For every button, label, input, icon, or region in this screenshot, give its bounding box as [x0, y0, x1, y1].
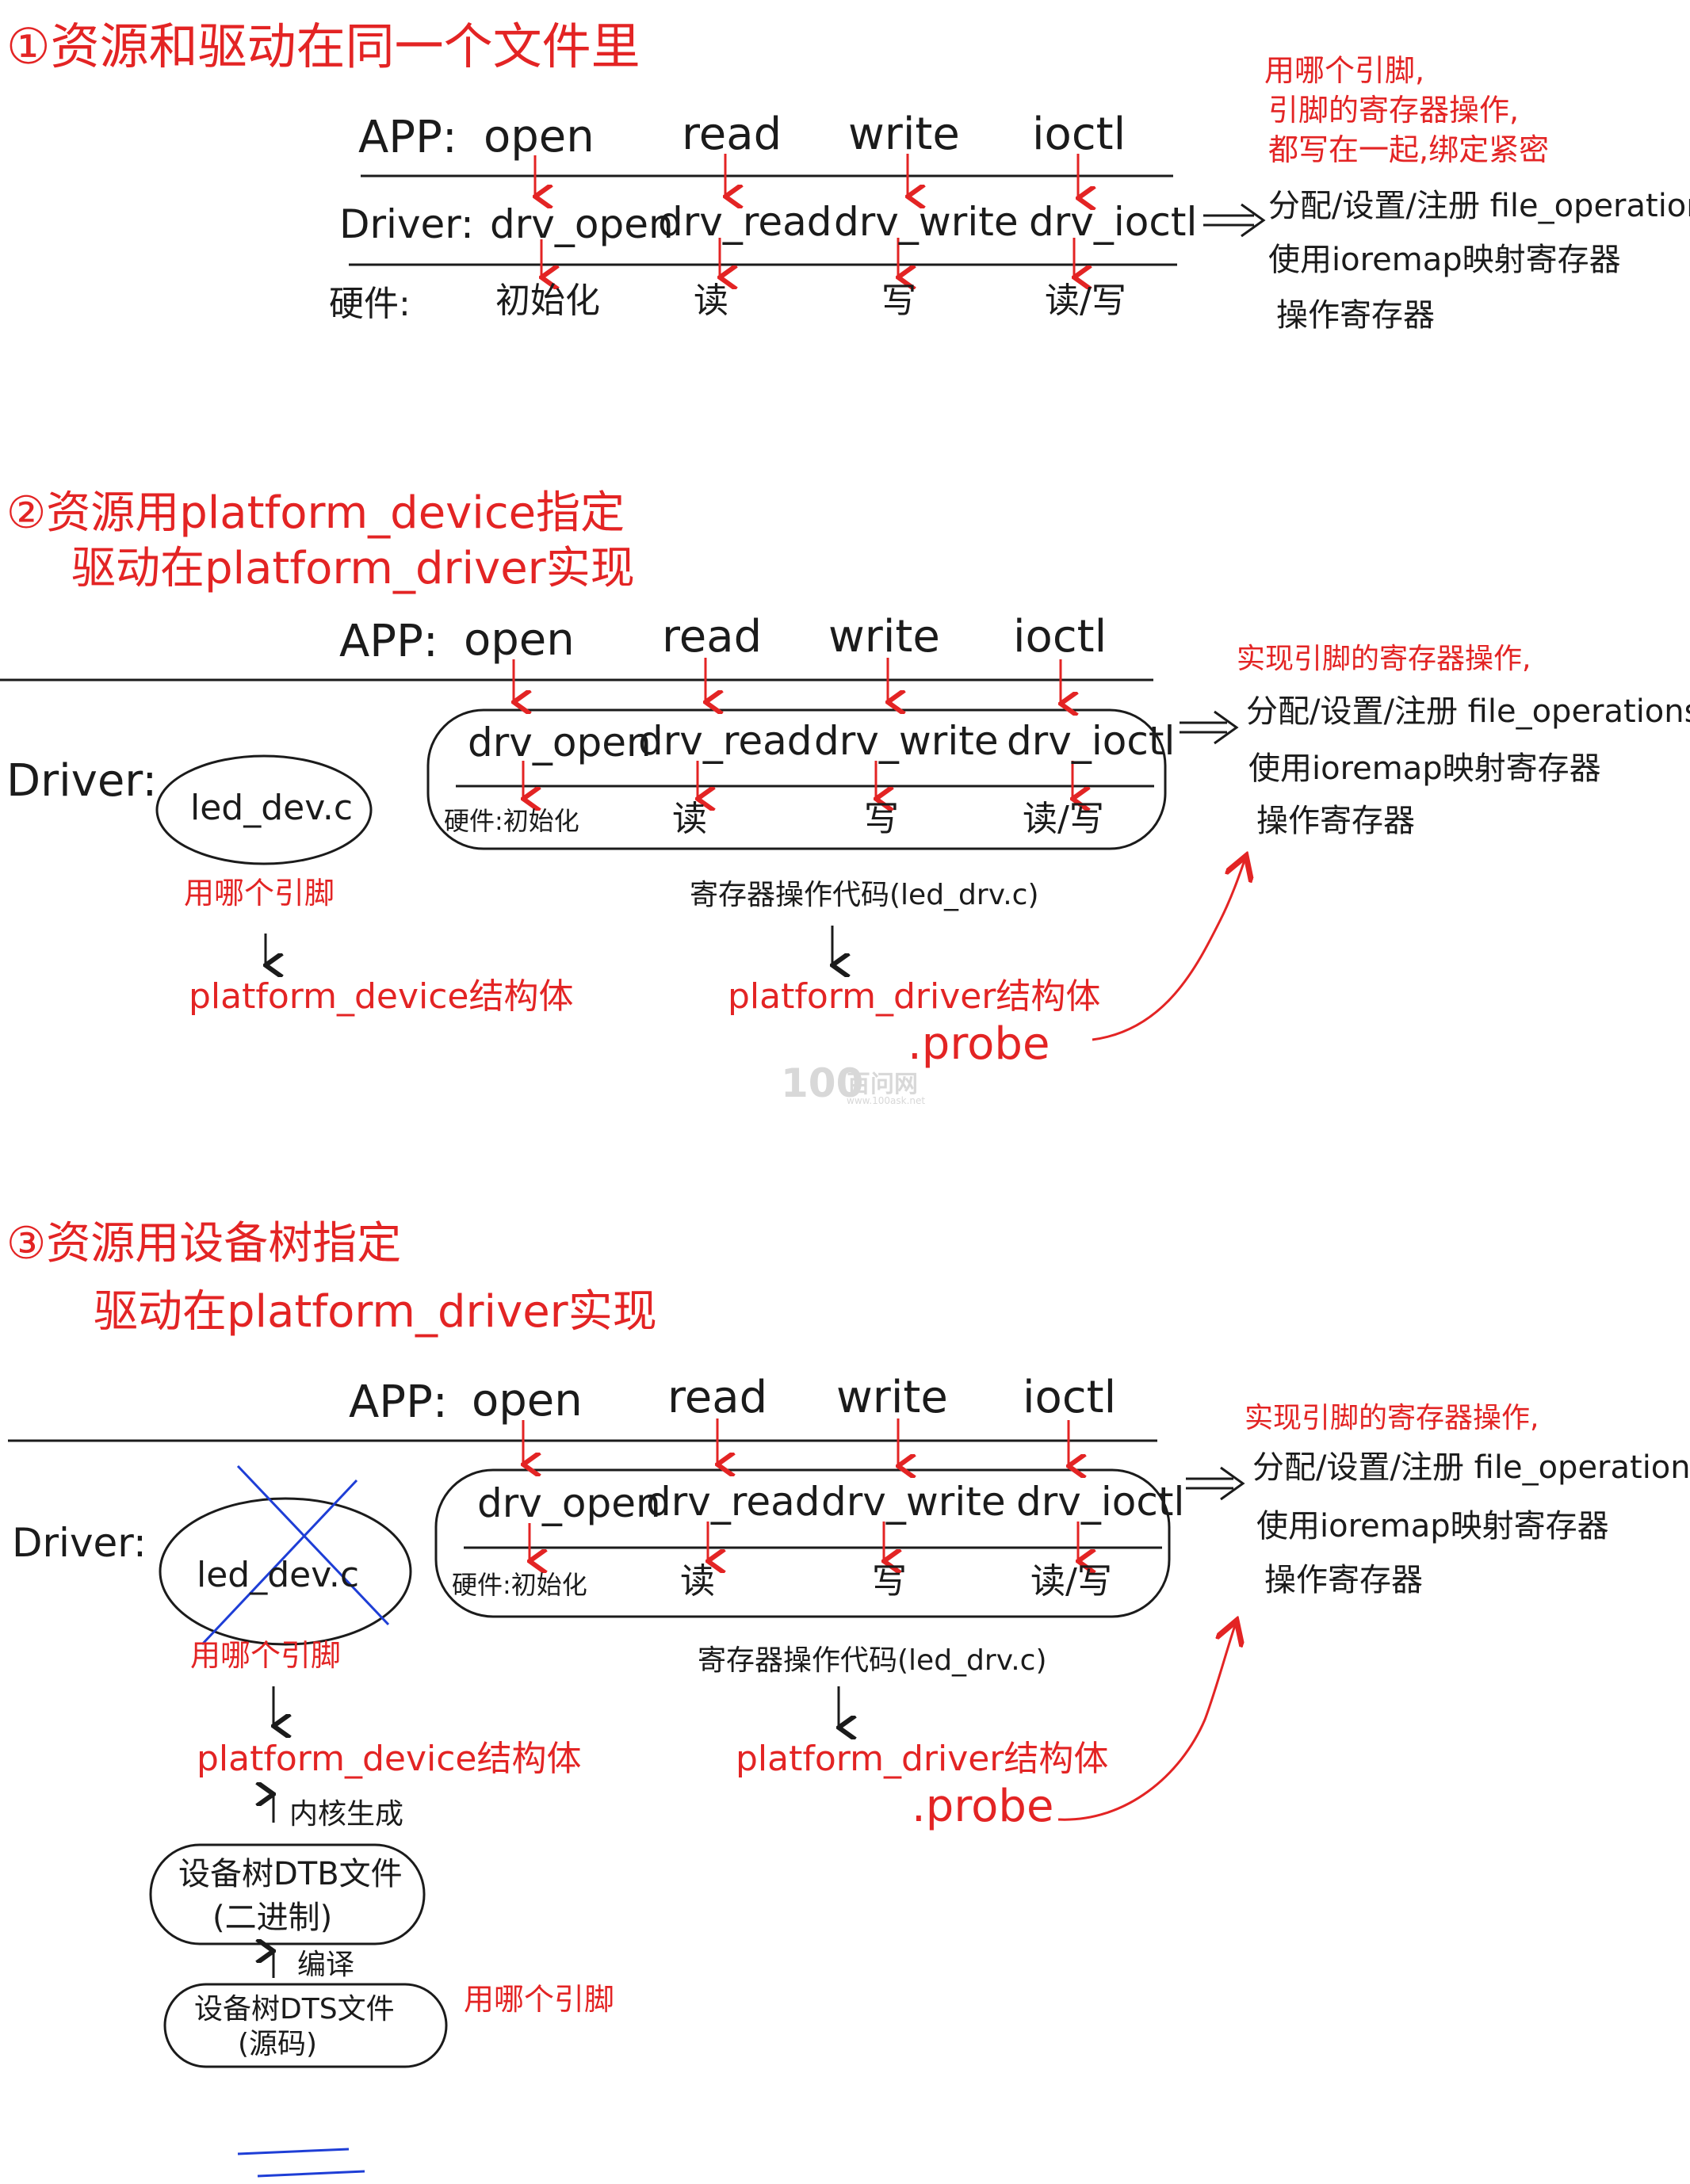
s2-hw-write: 写	[864, 799, 899, 839]
s3-title-line-1: ③资源用设备树指定	[6, 1218, 402, 1270]
s3-call-read: read	[667, 1372, 768, 1423]
s1-ops-line-3: 操作寄存器	[1276, 297, 1435, 334]
s1-note-line-3: 都写在一起,绑定紧密	[1268, 132, 1550, 167]
s2-driver-label: Driver:	[6, 755, 158, 807]
s3-drv-ioctl: drv_ioctl	[1016, 1479, 1185, 1525]
s3-driver-struct: platform_driver结构体	[736, 1739, 1109, 1779]
s1-note-line-1: 用哪个引脚,	[1264, 53, 1425, 88]
s2-ops-line-3: 操作寄存器	[1256, 803, 1415, 839]
s3-pin-note: 用哪个引脚	[190, 1638, 342, 1673]
s3-dts-pin-note: 用哪个引脚	[464, 1982, 615, 2017]
s2-device-struct: platform_device结构体	[189, 976, 574, 1017]
s3-hw-read: 读	[680, 1561, 715, 1602]
s1-hw-init: 初始化	[495, 281, 600, 321]
s1-call-write: write	[848, 109, 960, 160]
s2-drv-ioctl: drv_ioctl	[1007, 718, 1176, 764]
s3-dts-source: (源码)	[238, 2028, 318, 2060]
s1-hw-label: 硬件:	[329, 284, 411, 324]
s3-compile: 编译	[297, 1949, 355, 1981]
watermark-url: www.100ask.net	[847, 1095, 926, 1106]
s3-led-dev-file: led_dev.c	[197, 1555, 360, 1595]
s1-drv-open: drv_open	[490, 201, 674, 247]
s1-title: ①资源和驱动在同一个文件里	[6, 17, 640, 75]
s1-double-arrow	[1203, 203, 1266, 238]
s3-register-code: 寄存器操作代码(led_drv.c)	[698, 1644, 1047, 1677]
s3-probe: .probe	[912, 1781, 1054, 1832]
bottom-blue-marks	[237, 2148, 365, 2178]
s3-ops-line-3: 操作寄存器	[1264, 1562, 1423, 1598]
s3-dts-file: 设备树DTS文件	[194, 1993, 395, 2026]
s3-hw-init: 硬件:初始化	[452, 1570, 587, 1600]
s1-hw-readwrite: 读/写	[1045, 281, 1126, 321]
s2-ops-line-2: 使用ioremap映射寄存器	[1248, 750, 1601, 787]
s2-led-dev-file: led_dev.c	[190, 788, 354, 828]
s1-driver-label: Driver:	[339, 201, 474, 247]
s2-call-write: write	[828, 611, 940, 662]
s2-hw-read: 读	[672, 799, 707, 839]
s2-driver-struct: platform_driver结构体	[728, 976, 1101, 1017]
watermark-site: 百问网	[847, 1071, 918, 1098]
s1-ops-line-1: 分配/设置/注册 file_operations	[1268, 188, 1690, 224]
s3-hw-readwrite: 读/写	[1030, 1561, 1112, 1602]
s1-ops-line-2: 使用ioremap映射寄存器	[1268, 242, 1621, 278]
s3-dtb-binary: (二进制)	[212, 1900, 333, 1936]
s2-hw-init: 硬件:初始化	[444, 806, 579, 836]
s3-title-line-2: 驱动在platform_driver实现	[94, 1286, 657, 1338]
s1-hw-write: 写	[881, 281, 916, 321]
s3-ops-line-2: 使用ioremap映射寄存器	[1256, 1508, 1609, 1544]
s3-app-label: APP:	[349, 1376, 448, 1428]
s3-call-open: open	[472, 1375, 583, 1426]
s3-hw-write: 写	[872, 1561, 907, 1602]
s1-call-read: read	[682, 109, 782, 160]
s1-drv-read: drv_read	[658, 199, 832, 245]
s2-probe-curve	[1092, 856, 1246, 1041]
s3-call-ioctl: ioctl	[1023, 1372, 1117, 1423]
s3-dtb-file: 设备树DTB文件	[178, 1856, 403, 1892]
s1-drv-write: drv_write	[834, 199, 1019, 245]
s2-double-arrow	[1180, 710, 1239, 745]
s1-note-line-2: 引脚的寄存器操作,	[1268, 93, 1520, 128]
s3-kernel-generated: 内核生成	[289, 1798, 404, 1831]
s2-hw-readwrite: 读/写	[1023, 799, 1104, 839]
diagram-canvas: ①资源和驱动在同一个文件里 APP: open read write ioctl…	[0, 0, 1690, 2184]
s2-drv-read: drv_read	[638, 718, 812, 764]
s3-impl-note: 实现引脚的寄存器操作,	[1245, 1402, 1539, 1434]
s3-drv-read: drv_read	[646, 1479, 820, 1525]
s1-hw-read: 读	[694, 281, 728, 321]
s2-title-line-1: ②资源用platform_device指定	[6, 487, 625, 539]
s2-pin-note: 用哪个引脚	[184, 876, 335, 911]
s3-probe-curve	[1057, 1621, 1237, 1821]
s2-drv-write: drv_write	[814, 718, 999, 764]
s2-app-label: APP:	[339, 616, 438, 667]
s2-call-read: read	[662, 611, 763, 662]
s3-ops-line-1: 分配/设置/注册 file_operations	[1252, 1449, 1690, 1486]
s2-probe: .probe	[908, 1018, 1050, 1070]
s2-impl-note: 实现引脚的寄存器操作,	[1237, 643, 1531, 675]
s2-ops-line-1: 分配/设置/注册 file_operations	[1246, 693, 1690, 730]
s3-device-struct: platform_device结构体	[197, 1739, 582, 1779]
s2-register-code: 寄存器操作代码(led_drv.c)	[690, 879, 1039, 911]
s2-drv-open: drv_open	[468, 720, 652, 766]
s1-drv-ioctl: drv_ioctl	[1029, 199, 1198, 245]
s1-app-label: APP:	[358, 112, 457, 163]
s3-drv-write: drv_write	[821, 1479, 1006, 1525]
s2-call-open: open	[464, 614, 575, 666]
s3-driver-label: Driver:	[12, 1520, 147, 1566]
s1-call-ioctl: ioctl	[1032, 109, 1126, 160]
s1-call-open: open	[484, 111, 595, 162]
s3-drv-open: drv_open	[477, 1480, 661, 1526]
s2-title-line-2: 驱动在platform_driver实现	[71, 543, 635, 594]
s3-double-arrow	[1186, 1466, 1245, 1501]
s3-call-write: write	[836, 1372, 948, 1423]
s2-call-ioctl: ioctl	[1013, 611, 1107, 662]
